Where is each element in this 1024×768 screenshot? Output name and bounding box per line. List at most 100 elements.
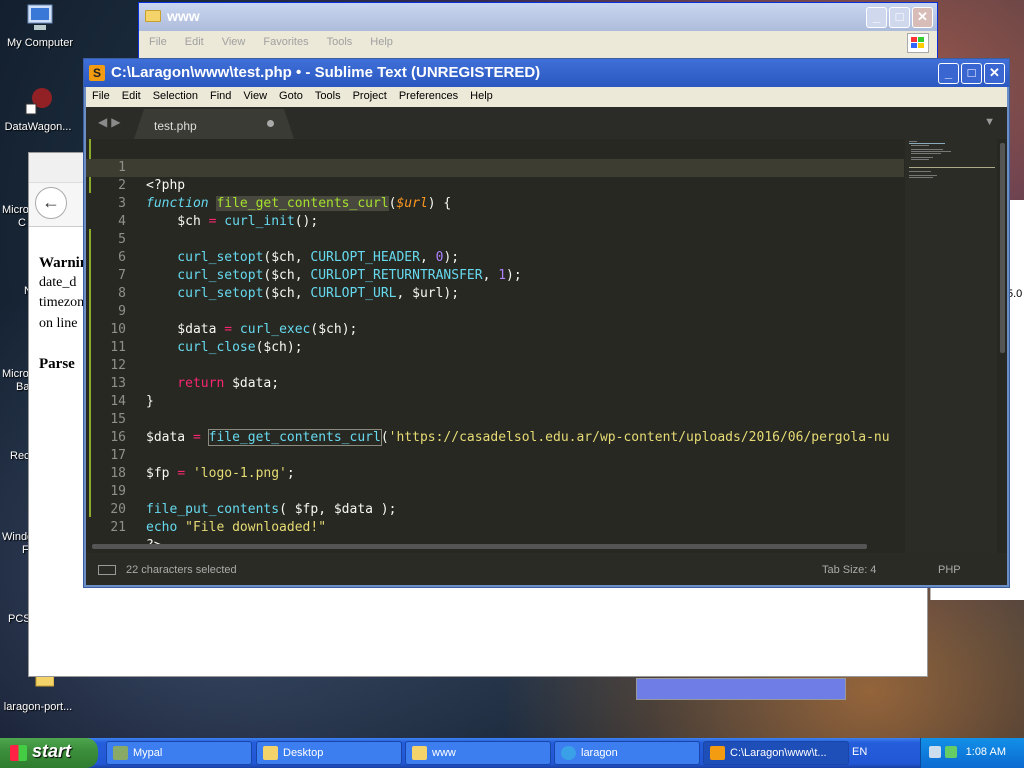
taskbar-item-desktop[interactable]: Desktop: [256, 741, 402, 765]
close-button[interactable]: ✕: [984, 63, 1005, 84]
menu-item-selection[interactable]: Selection: [153, 90, 198, 104]
panel-toggle-icon[interactable]: [98, 565, 116, 575]
code-token: CURLOPT_URL: [310, 286, 397, 301]
page-text: date_d: [39, 275, 77, 290]
desktop-partial-label: Micro: [2, 368, 29, 380]
start-button[interactable]: start: [0, 738, 98, 768]
explorer-title: www: [167, 8, 200, 24]
code-line[interactable]: 3 $ch = curl_init();: [86, 177, 318, 229]
code-token: $data: [146, 430, 193, 445]
menu-item-tools[interactable]: Tools: [315, 90, 341, 104]
current-line-highlight: [86, 159, 904, 177]
code-token: $fp: [146, 466, 178, 481]
code-line[interactable]: 11: [86, 321, 133, 355]
taskbar-item-sublime[interactable]: C:\Laragon\www\t...: [703, 741, 849, 765]
code-line[interactable]: 15 $data = file_get_contents_curl('https…: [86, 393, 890, 446]
minimize-button[interactable]: _: [938, 63, 959, 84]
menu-item-find[interactable]: Find: [210, 90, 231, 104]
code-token: , $url);: [396, 286, 460, 301]
code-token: $url: [396, 196, 428, 211]
code-line[interactable]: 6 curl_setopt($ch, CURLOPT_RETURNTRANSFE…: [86, 231, 522, 283]
code-token: $ch: [146, 214, 209, 229]
menu-item-edit[interactable]: Edit: [185, 36, 204, 48]
mypal-icon: [113, 746, 128, 760]
code-line[interactable]: 8: [86, 267, 133, 301]
vertical-scrollbar[interactable]: [1000, 143, 1005, 353]
clock[interactable]: 1:08 AM: [966, 746, 1006, 758]
menu-item-project[interactable]: Project: [353, 90, 387, 104]
system-tray: 1:08 AM: [920, 738, 1024, 768]
code-token: $data;: [224, 376, 280, 391]
close-button[interactable]: ✕: [912, 7, 933, 28]
code-line[interactable]: 16: [86, 411, 133, 445]
desktop-icon-my-computer[interactable]: My Computer: [0, 2, 80, 49]
horizontal-scrollbar[interactable]: [92, 544, 867, 549]
sublime-icon: S: [89, 65, 105, 81]
code-line[interactable]: 4: [86, 195, 133, 229]
menu-item-view[interactable]: View: [222, 36, 246, 48]
code-line[interactable]: 14: [86, 375, 133, 409]
tray-network-icon[interactable]: [929, 746, 941, 758]
folder-icon: [263, 746, 278, 760]
windows-logo-icon: [10, 745, 27, 761]
back-button[interactable]: ←: [35, 187, 67, 219]
code-line[interactable]: 12 return $data;: [86, 339, 279, 391]
taskbar-item-laragon[interactable]: laragon: [554, 741, 700, 765]
language-indicator[interactable]: EN: [852, 746, 867, 758]
tab-dropdown-icon[interactable]: ▼: [984, 116, 995, 128]
code-line[interactable]: 7 curl_setopt($ch, CURLOPT_URL, $url);: [86, 249, 459, 301]
laragon-icon: [561, 746, 576, 760]
syntax-selector[interactable]: PHP: [938, 564, 961, 576]
maximize-button[interactable]: □: [961, 63, 982, 84]
explorer-titlebar[interactable]: www _ □ ✕: [139, 3, 937, 31]
menu-item-help[interactable]: Help: [370, 36, 393, 48]
menu-item-tools[interactable]: Tools: [327, 36, 353, 48]
menu-item-favorites[interactable]: Favorites: [263, 36, 308, 48]
taskbar-item-www[interactable]: www: [405, 741, 551, 765]
code-line[interactable]: 5 curl_setopt($ch, CURLOPT_HEADER, 0);: [86, 213, 459, 265]
code-line[interactable]: 10 curl_close($ch);: [86, 303, 302, 355]
menu-item-file[interactable]: File: [92, 90, 110, 104]
menu-item-edit[interactable]: Edit: [122, 90, 141, 104]
background-window-strip: [636, 678, 846, 700]
code-line[interactable]: 18: [86, 447, 133, 481]
code-token: curl_setopt: [146, 250, 264, 265]
code-line[interactable]: 13 }: [86, 357, 153, 409]
sublime-window[interactable]: S C:\Laragon\www\test.php • - Sublime Te…: [83, 58, 1010, 588]
selected-text: file_get_contents_curl: [216, 196, 389, 211]
tab-nav-arrows-icon[interactable]: ◀▶: [98, 115, 124, 129]
minimize-button[interactable]: _: [866, 7, 887, 28]
tray-app-icon[interactable]: [945, 746, 957, 758]
taskbar-item-mypal[interactable]: Mypal: [106, 741, 252, 765]
sublime-titlebar[interactable]: S C:\Laragon\www\test.php • - Sublime Te…: [84, 59, 1009, 87]
code-token: ();: [294, 214, 319, 229]
folder-icon: [412, 746, 427, 760]
line-number: 21: [110, 520, 126, 535]
code-line[interactable]: 1 <?php: [86, 141, 185, 193]
code-line[interactable]: 21 ?>: [86, 501, 161, 553]
code-token: ($ch);: [310, 322, 358, 337]
code-line[interactable]: 9 $data = curl_exec($ch);: [86, 285, 357, 337]
code-line[interactable]: 2 function file_get_contents_curl($url) …: [86, 159, 451, 211]
maximize-button[interactable]: □: [889, 7, 910, 28]
code-token: CURLOPT_RETURNTRANSFER: [310, 268, 483, 283]
code-editor[interactable]: 1 <?php 2 function file_get_contents_cur…: [86, 139, 1007, 553]
menu-item-help[interactable]: Help: [470, 90, 493, 104]
tab-size-selector[interactable]: Tab Size: 4: [822, 564, 876, 576]
menu-item-file[interactable]: File: [149, 36, 167, 48]
menu-item-goto[interactable]: Goto: [279, 90, 303, 104]
code-line[interactable]: 17 $fp = 'logo-1.png';: [86, 429, 294, 481]
code-token: ) {: [427, 196, 452, 211]
page-text: Warnin: [39, 255, 89, 271]
minimap[interactable]: [905, 139, 997, 553]
code-line[interactable]: 19 file_put_contents( $fp, $data );: [86, 465, 396, 517]
desktop-icon-datawagon[interactable]: DataWagon...: [0, 86, 78, 133]
tab-test-php[interactable]: test.php: [134, 109, 294, 139]
menu-item-preferences[interactable]: Preferences: [399, 90, 458, 104]
menu-item-view[interactable]: View: [243, 90, 267, 104]
code-token: );: [443, 250, 460, 265]
code-token: ($ch);: [255, 340, 303, 355]
code-token: (: [380, 430, 389, 445]
code-line[interactable]: 20 echo "File downloaded!": [86, 483, 326, 535]
unsaved-dot-icon[interactable]: [267, 120, 274, 127]
